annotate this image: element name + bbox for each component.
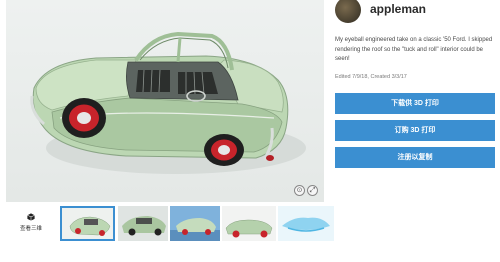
wheel-rear	[204, 134, 244, 166]
register-to-copy-button[interactable]: 注册以复制	[335, 146, 495, 168]
fullscreen-icon[interactable]: ⤢	[307, 185, 318, 196]
view-3d-label: 查看三维	[19, 226, 42, 232]
download-3d-print-button[interactable]: 下载供 3D 打印	[335, 92, 495, 114]
car-model-render	[30, 31, 306, 174]
thumbnail-1[interactable]	[60, 206, 115, 241]
thumbnail-strip: 查看三维	[6, 203, 336, 243]
thumbnail-4[interactable]	[222, 206, 276, 241]
thumbnail-3[interactable]	[170, 206, 220, 241]
thumbnail-2[interactable]	[118, 206, 168, 241]
sidebar: appleman My eyeball engineered take on a…	[335, 0, 495, 262]
order-3d-print-button[interactable]: 订购 3D 打印	[335, 119, 495, 141]
avatar[interactable]	[335, 0, 361, 23]
model-viewer[interactable]: ⊙ ⤢	[6, 0, 324, 202]
cube-icon	[27, 213, 35, 221]
page: ⊙ ⤢ appleman My eyeball engineered take …	[0, 0, 500, 262]
wheel-front	[62, 98, 106, 138]
design-description: My eyeball engineered take on a classic …	[335, 37, 493, 62]
thumbnail-5[interactable]	[278, 206, 334, 241]
viewer-controls: ⊙ ⤢	[294, 185, 318, 196]
author-block: appleman	[335, 0, 495, 26]
view-3d-button[interactable]: 查看三维	[14, 213, 48, 232]
zoom-reset-icon[interactable]: ⊙	[294, 185, 305, 196]
author-name[interactable]: appleman	[370, 2, 426, 16]
edit-meta: Edited 7/9/18, Created 3/3/17	[335, 73, 407, 80]
